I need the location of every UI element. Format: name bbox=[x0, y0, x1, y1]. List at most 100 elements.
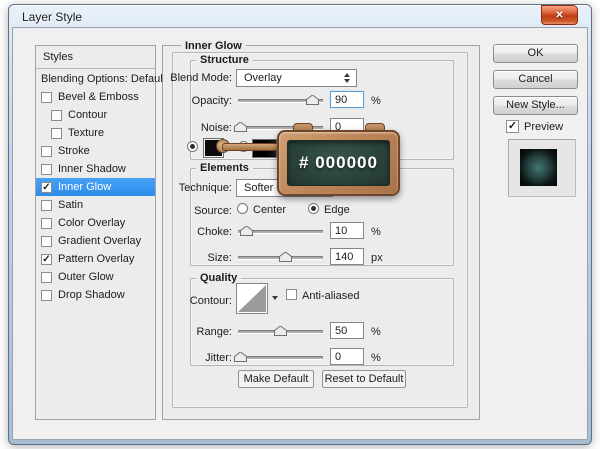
technique-value: Softer bbox=[244, 182, 273, 194]
sidebar-item-label: Blending Options: Default bbox=[41, 73, 166, 85]
slider-thumb-icon bbox=[306, 95, 319, 105]
close-icon: ✕ bbox=[555, 10, 563, 21]
panel-title: Inner Glow bbox=[181, 40, 246, 52]
size-slider[interactable] bbox=[238, 251, 323, 263]
sidebar-item-blending-options-default[interactable]: Blending Options: Default bbox=[36, 70, 155, 88]
sidebar-item-contour[interactable]: Contour bbox=[36, 106, 155, 124]
sidebar-item-label: Stroke bbox=[58, 145, 90, 157]
slider-thumb-icon bbox=[234, 122, 247, 132]
jitter-label: Jitter: bbox=[166, 352, 232, 364]
style-checkbox[interactable] bbox=[51, 128, 62, 139]
antialiased-label: Anti-aliased bbox=[302, 290, 359, 302]
contour-dropdown-icon[interactable] bbox=[272, 296, 278, 300]
sidebar-item-outer-glow[interactable]: Outer Glow bbox=[36, 268, 155, 286]
sidebar-item-bevel-emboss[interactable]: Bevel & Emboss bbox=[36, 88, 155, 106]
updown-arrows-icon bbox=[344, 73, 350, 83]
jitter-field[interactable]: 0 bbox=[330, 348, 364, 365]
source-center-radio[interactable] bbox=[237, 203, 248, 214]
sidebar-item-drop-shadow[interactable]: Drop Shadow bbox=[36, 286, 155, 304]
elements-legend: Elements bbox=[196, 162, 253, 174]
sidebar-item-label: Drop Shadow bbox=[58, 289, 125, 301]
ok-button[interactable]: OK bbox=[493, 44, 578, 63]
sidebar-item-label: Inner Glow bbox=[58, 181, 111, 193]
new-style-button[interactable]: New Style... bbox=[493, 96, 578, 115]
opacity-field[interactable]: 90 bbox=[330, 91, 364, 108]
style-checkbox[interactable] bbox=[51, 110, 62, 121]
quality-legend: Quality bbox=[196, 272, 241, 284]
sidebar-item-stroke[interactable]: Stroke bbox=[36, 142, 155, 160]
source-edge-label: Edge bbox=[324, 204, 350, 216]
layer-style-dialog: Layer Style ✕ Styles Blending Options: D… bbox=[0, 0, 600, 449]
choke-unit: % bbox=[371, 226, 381, 238]
color-radio[interactable] bbox=[187, 141, 198, 152]
range-slider[interactable] bbox=[238, 325, 323, 337]
preview-label: Preview bbox=[524, 121, 563, 133]
slider-thumb-icon bbox=[274, 326, 287, 336]
style-checkbox[interactable] bbox=[41, 200, 52, 211]
contour-label: Contour: bbox=[166, 295, 232, 307]
sidebar-item-label: Texture bbox=[68, 127, 104, 139]
make-default-button[interactable]: Make Default bbox=[238, 370, 314, 388]
antialiased-checkbox[interactable] bbox=[286, 289, 297, 300]
jitter-slider[interactable] bbox=[238, 351, 323, 363]
sidebar-item-gradient-overlay[interactable]: Gradient Overlay bbox=[36, 232, 155, 250]
tooltip-board: # 000000 bbox=[287, 140, 390, 186]
cancel-button[interactable]: Cancel bbox=[493, 70, 578, 89]
close-button[interactable]: ✕ bbox=[541, 5, 578, 25]
window-title: Layer Style bbox=[22, 10, 82, 24]
sidebar-list: Blending Options: DefaultBevel & Emboss C… bbox=[36, 70, 155, 304]
sidebar-item-inner-glow[interactable]: Inner Glow bbox=[36, 178, 155, 196]
structure-legend: Structure bbox=[196, 54, 253, 66]
range-unit: % bbox=[371, 326, 381, 338]
color-tooltip: # 000000 bbox=[277, 130, 400, 196]
range-field[interactable]: 50 bbox=[330, 322, 364, 339]
slider-thumb-icon bbox=[279, 252, 292, 262]
sidebar-item-inner-shadow[interactable]: Inner Shadow bbox=[36, 160, 155, 178]
sidebar-item-texture[interactable]: Texture bbox=[36, 124, 155, 142]
style-checkbox[interactable] bbox=[41, 164, 52, 175]
sidebar-item-label: Satin bbox=[58, 199, 83, 211]
preview-thumbnail bbox=[520, 149, 557, 186]
sidebar-item-pattern-overlay[interactable]: Pattern Overlay bbox=[36, 250, 155, 268]
sidebar-item-label: Contour bbox=[68, 109, 107, 121]
sidebar-item-label: Gradient Overlay bbox=[58, 235, 141, 247]
sidebar-item-label: Inner Shadow bbox=[58, 163, 126, 175]
opacity-slider[interactable] bbox=[238, 94, 323, 106]
preview-checkbox[interactable] bbox=[506, 120, 519, 133]
style-checkbox[interactable] bbox=[41, 182, 52, 193]
styles-panel: Styles Blending Options: DefaultBevel & … bbox=[35, 45, 156, 420]
style-checkbox[interactable] bbox=[41, 272, 52, 283]
range-label: Range: bbox=[166, 326, 232, 338]
blend-mode-value: Overlay bbox=[244, 72, 282, 84]
source-center-label: Center bbox=[253, 204, 286, 216]
size-unit: px bbox=[371, 252, 383, 264]
choke-field[interactable]: 10 bbox=[330, 222, 364, 239]
style-checkbox[interactable] bbox=[41, 254, 52, 265]
source-label: Source: bbox=[166, 205, 232, 217]
opacity-unit: % bbox=[371, 95, 381, 107]
sidebar-item-satin[interactable]: Satin bbox=[36, 196, 155, 214]
slider-thumb-icon bbox=[240, 226, 253, 236]
sidebar-item-color-overlay[interactable]: Color Overlay bbox=[36, 214, 155, 232]
technique-label: Technique: bbox=[166, 182, 232, 194]
style-checkbox[interactable] bbox=[41, 218, 52, 229]
blend-mode-select[interactable]: Overlay bbox=[236, 69, 357, 87]
jitter-unit: % bbox=[371, 352, 381, 364]
styles-header: Styles bbox=[36, 46, 155, 69]
choke-slider[interactable] bbox=[238, 225, 323, 237]
style-checkbox[interactable] bbox=[41, 290, 52, 301]
choke-label: Choke: bbox=[166, 226, 232, 238]
size-label: Size: bbox=[166, 252, 232, 264]
sidebar-item-label: Color Overlay bbox=[58, 217, 125, 229]
style-checkbox[interactable] bbox=[41, 236, 52, 247]
style-checkbox[interactable] bbox=[41, 92, 52, 103]
contour-picker[interactable] bbox=[236, 283, 268, 314]
slider-thumb-icon bbox=[234, 352, 247, 362]
style-checkbox[interactable] bbox=[41, 146, 52, 157]
blend-mode-label: Blend Mode: bbox=[166, 72, 232, 84]
reset-to-default-button[interactable]: Reset to Default bbox=[322, 370, 406, 388]
size-field[interactable]: 140 bbox=[330, 248, 364, 265]
noise-label: Noise: bbox=[166, 122, 232, 134]
preview-panel bbox=[508, 139, 576, 197]
source-edge-radio[interactable] bbox=[308, 203, 319, 214]
